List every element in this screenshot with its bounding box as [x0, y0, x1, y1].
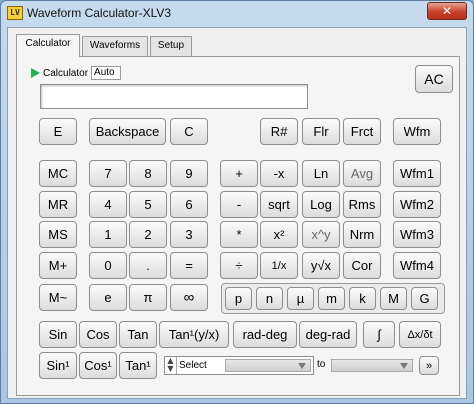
prefix-kilo-button[interactable]: k — [349, 287, 376, 310]
run-arrow-icon — [31, 68, 40, 78]
random-button[interactable]: R# — [260, 118, 298, 145]
dropdown-arrow-icon — [298, 363, 306, 369]
digit-0-button[interactable]: 0 — [89, 252, 127, 279]
derivative-button[interactable]: Δx/δt — [399, 321, 441, 348]
prefix-nano-button[interactable]: n — [256, 287, 283, 310]
digit-9-button[interactable]: 9 — [170, 160, 208, 187]
digit-3-button[interactable]: 3 — [170, 221, 208, 248]
e-exponent-button[interactable]: E — [39, 118, 77, 145]
clear-button[interactable]: C — [170, 118, 208, 145]
correlation-button[interactable]: Cor — [343, 252, 381, 279]
prefix-pico-button[interactable]: p — [225, 287, 252, 310]
wfm4-button[interactable]: Wfm4 — [393, 252, 441, 279]
acos-button[interactable]: Cos¹ — [79, 352, 117, 379]
floor-button[interactable]: Flr — [302, 118, 340, 145]
multiply-button[interactable]: * — [220, 221, 258, 248]
title-bar: LV Waveform Calculator-XLV3 ✕ — [1, 1, 473, 27]
negate-button[interactable]: -x — [260, 160, 298, 187]
minus-button[interactable]: - — [220, 191, 258, 218]
calculator-label: Calculator — [43, 67, 89, 79]
dropdown-arrow-icon — [400, 363, 408, 369]
memory-negate-button[interactable]: M~ — [39, 284, 77, 311]
tab-calculator[interactable]: Calculator — [16, 34, 80, 57]
prefix-mega-button[interactable]: M — [380, 287, 407, 310]
sqrt-button[interactable]: sqrt — [260, 191, 298, 218]
prefix-micro-button[interactable]: µ — [287, 287, 314, 310]
calculator-display[interactable] — [40, 84, 308, 109]
spin-arrows-icon[interactable]: ▲ ▼ — [165, 357, 177, 374]
plus-button[interactable]: + — [220, 160, 258, 187]
digit-6-button[interactable]: 6 — [170, 191, 208, 218]
rms-button[interactable]: Rms — [343, 191, 381, 218]
digit-5-button[interactable]: 5 — [129, 191, 167, 218]
wfm2-button[interactable]: Wfm2 — [393, 191, 441, 218]
digit-7-button[interactable]: 7 — [89, 160, 127, 187]
pi-button[interactable]: π — [129, 284, 167, 311]
rad-deg-button[interactable]: rad-deg — [233, 321, 297, 348]
tab-setup[interactable]: Setup — [150, 36, 192, 56]
digit-4-button[interactable]: 4 — [89, 191, 127, 218]
tan-button[interactable]: Tan — [119, 321, 157, 348]
select-value: Select — [179, 360, 207, 371]
wfm1-button[interactable]: Wfm1 — [393, 160, 441, 187]
atan-button[interactable]: Tan¹ — [119, 352, 157, 379]
atan2-button[interactable]: Tan¹(y/x) — [159, 321, 229, 348]
y-root-button[interactable]: y√x — [302, 252, 340, 279]
memory-clear-button[interactable]: MC — [39, 160, 77, 187]
digit-1-button[interactable]: 1 — [89, 221, 127, 248]
close-button[interactable]: ✕ — [427, 2, 467, 20]
log-button[interactable]: Log — [302, 191, 340, 218]
window-title: Waveform Calculator-XLV3 — [27, 6, 172, 20]
wfm-button[interactable]: Wfm — [393, 118, 441, 145]
square-button[interactable]: x² — [260, 221, 298, 248]
window-frame: LV Waveform Calculator-XLV3 ✕ Calculator… — [0, 0, 474, 404]
memory-add-button[interactable]: M+ — [39, 252, 77, 279]
digit-8-button[interactable]: 8 — [129, 160, 167, 187]
cos-button[interactable]: Cos — [79, 321, 117, 348]
fraction-button[interactable]: Frct — [343, 118, 381, 145]
reciprocal-button[interactable]: 1/x — [260, 252, 298, 279]
ln-button[interactable]: Ln — [302, 160, 340, 187]
infinity-button[interactable]: ∞ — [170, 284, 208, 311]
backspace-button[interactable]: Backspace — [89, 118, 166, 145]
labview-icon: LV — [7, 6, 23, 20]
average-button[interactable]: Avg — [343, 160, 381, 187]
wfm3-button[interactable]: Wfm3 — [393, 221, 441, 248]
ac-button[interactable]: AC — [415, 65, 453, 93]
sin-button[interactable]: Sin — [39, 321, 77, 348]
equals-button[interactable]: = — [170, 252, 208, 279]
next-button[interactable]: » — [419, 356, 439, 375]
decimal-button[interactable]: . — [129, 252, 167, 279]
range-to-track[interactable] — [331, 359, 413, 372]
to-label: to — [317, 359, 326, 370]
prefix-milli-button[interactable]: m — [318, 287, 345, 310]
deg-rad-button[interactable]: deg-rad — [299, 321, 357, 348]
range-select[interactable]: ▲ ▼ Select — [164, 356, 314, 375]
euler-button[interactable]: e — [89, 284, 127, 311]
digit-2-button[interactable]: 2 — [129, 221, 167, 248]
mode-field[interactable]: Auto — [91, 66, 122, 80]
power-button[interactable]: x^y — [302, 221, 340, 248]
divide-button[interactable]: ÷ — [220, 252, 258, 279]
integral-button[interactable]: ∫ — [363, 321, 395, 348]
memory-store-button[interactable]: MS — [39, 221, 77, 248]
tab-waveforms[interactable]: Waveforms — [82, 36, 148, 56]
calculator-mode-row: Calculator Auto — [31, 66, 122, 80]
memory-recall-button[interactable]: MR — [39, 191, 77, 218]
asin-button[interactable]: Sin¹ — [39, 352, 77, 379]
range-from-track[interactable] — [225, 359, 311, 372]
prefix-giga-button[interactable]: G — [411, 287, 438, 310]
normalize-button[interactable]: Nrm — [343, 221, 381, 248]
